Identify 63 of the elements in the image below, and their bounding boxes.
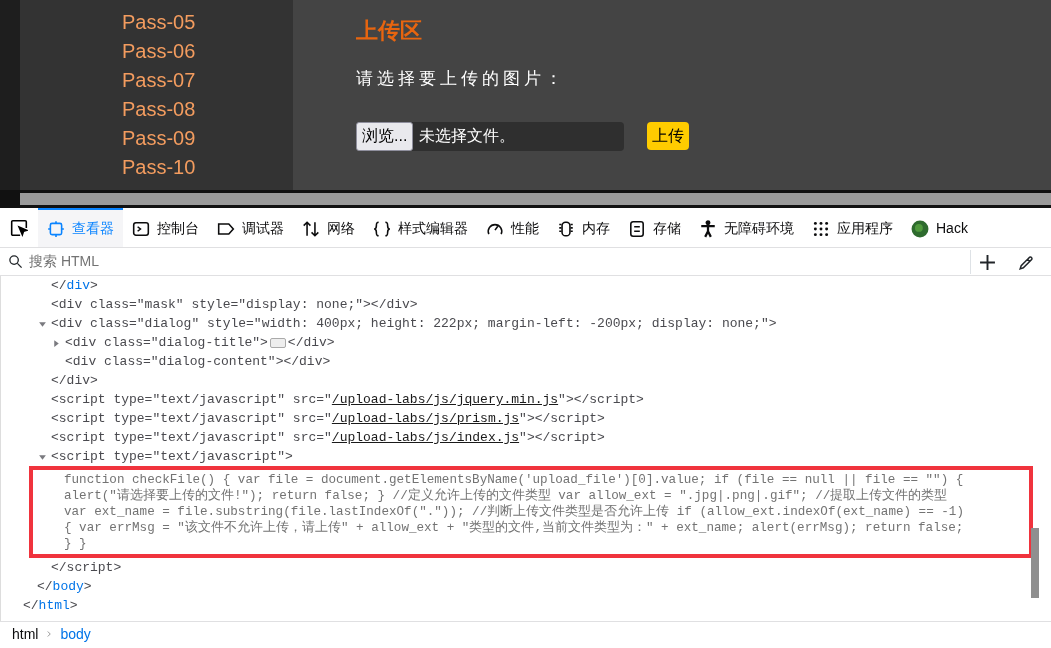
console-icon [132,219,150,238]
extension-icon [911,219,929,238]
html-line[interactable]: </body> [1,577,1051,596]
braces-icon [373,219,391,238]
devtools-tab[interactable]: 网络 [293,208,364,247]
html-line[interactable]: <div class="dialog-content"></div> [1,352,1051,371]
up-down-arrows-icon [302,219,320,238]
scrollbar-thumb[interactable] [1031,528,1039,598]
html-line[interactable]: </script> [1,558,1051,577]
code-line: } } [64,536,88,552]
sidebar-link[interactable]: Pass-07 [122,66,293,95]
section-heading: 上传区 [356,18,423,45]
devtools-tab[interactable]: 样式编辑器 [364,208,477,247]
html-line[interactable]: <script type="text/javascript" src="/upload-labs/js/prism.js"></script> [1,409,1051,428]
devtools-tab[interactable]: 性能 [477,208,548,247]
html-line[interactable]: <script type="text/javascript"> [1,447,1051,466]
html-line[interactable]: <script type="text/javascript" src="/upload-labs/js/jquery.min.js"></script> [1,390,1051,409]
sidebar-link[interactable]: Pass-09 [122,124,293,153]
browse-button[interactable]: 浏览... [356,121,414,151]
html-line[interactable]: <div class="mask" style="display: none;"></div> [1,295,1051,314]
html-line[interactable]: </html> [1,596,1051,615]
scrollbar[interactable] [20,193,1051,205]
breadcrumb[interactable]: body [60,623,91,645]
breadcrumb[interactable]: html [12,623,39,645]
search-icon [8,254,23,269]
file-status: 未选择文件。 [418,126,516,147]
devtools-tab[interactable]: Hack [902,208,977,247]
html-line[interactable]: <div class="dialog-title"> </div> [1,333,1051,352]
html-line[interactable]: </div> [1,276,1051,295]
collapsed-arrow-icon[interactable] [52,339,61,348]
devtools-tab[interactable]: 无障碍环境 [690,208,803,247]
upload-prompt: 请选择要上传的图片： [356,68,567,91]
upload-button[interactable]: 上传 [647,122,689,151]
sidebar-link[interactable]: Pass-10 [122,153,293,182]
devtools-tab[interactable]: 应用程序 [803,208,902,247]
devtools-tab[interactable]: 调试器 [208,208,293,247]
source-link[interactable]: /upload-labs/js/jquery.min.js [331,392,559,407]
html-line[interactable]: <script type="text/javascript" src="/upload-labs/js/index.js"></script> [1,428,1051,447]
code-line: alert("请选择要上传的文件!"); return false; } //定义允许上传的文件类型 var allow_ext = ".jpg|.png|.gif"; //提取上传文件的类型 [64,488,949,504]
code-line: function checkFile() { var file = document.getElementsByName('upload_file')[0].value; if (file == null || file == "") { [64,472,965,488]
devtools-tab[interactable]: 控制台 [123,208,208,247]
collapsed-content-button[interactable] [269,337,286,348]
code-line: var ext_name = file.substring(file.lastIndexOf(".")); //判断上传文件类型是否允许上传 if (allow_ext.indexOf(ext_name) == -1) [64,504,965,520]
sidebar-link[interactable]: Pass-05 [122,8,293,37]
accessibility-icon [699,219,717,238]
devtools-tab[interactable]: 内存 [548,208,619,247]
plus-icon [979,253,996,271]
grid-icon [812,219,830,238]
sidebar-link[interactable]: Pass-06 [122,37,293,66]
source-link[interactable]: /upload-labs/js/prism.js [331,411,520,426]
element-picker-icon [10,218,28,237]
inspector-icon [47,219,65,238]
devtools-tab[interactable]: 存储 [619,208,690,247]
expanded-arrow-icon[interactable] [38,320,47,329]
expanded-arrow-icon[interactable] [38,453,47,462]
code-line: { var errMsg = "该文件不允许上传，请上传" + allow_ext + "类型的文件,当前文件类型为：" + ext_name; alert(errMsg); return false; [64,520,965,536]
memory-chip-icon [557,219,575,238]
html-line[interactable]: <div class="dialog" style="width: 400px; height: 222px; margin-left: -200px; display: none;"> [1,314,1051,333]
storage-icon [628,219,646,238]
source-link[interactable]: /upload-labs/js/index.js [331,430,520,445]
file-input[interactable]: 浏览... 未选择文件。 [356,121,624,151]
html-line[interactable]: </div> [1,371,1051,390]
sidebar-link[interactable]: Pass-08 [122,95,293,124]
